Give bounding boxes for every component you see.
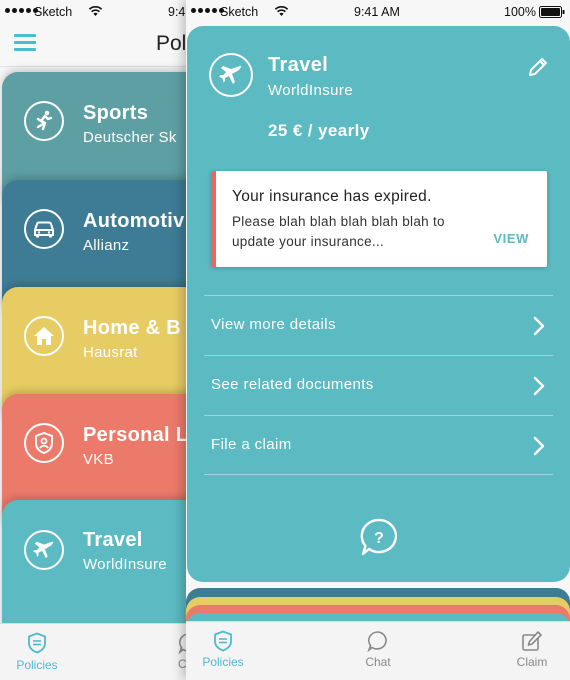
alert-title: Your insurance has expired. xyxy=(232,188,432,205)
tab-bar: Policies C xyxy=(0,623,190,680)
edit-pencil-icon[interactable] xyxy=(527,56,549,78)
alert-accent-bar xyxy=(211,171,216,267)
status-time: 9:41 AM xyxy=(354,5,400,19)
related-documents-row[interactable]: See related documents xyxy=(204,355,553,416)
policy-card-provider: VKB xyxy=(83,451,114,468)
svg-text:?: ? xyxy=(374,530,384,547)
help-question-icon[interactable]: ? xyxy=(358,517,400,559)
hamburger-menu-icon[interactable] xyxy=(14,34,36,51)
tab-label: Chat xyxy=(365,655,391,669)
house-icon xyxy=(24,316,64,356)
policy-card-provider: Allianz xyxy=(83,237,130,254)
row-label: File a claim xyxy=(211,436,292,453)
tab-chat[interactable]: Chat xyxy=(358,630,398,669)
wifi-icon xyxy=(88,6,103,16)
policy-card-title: Home & B xyxy=(83,317,181,339)
detail-screen: Sketch 9:41 AM 100% Travel WorldInsure 2… xyxy=(186,0,570,680)
claim-edit-icon xyxy=(522,631,542,651)
tab-policies[interactable]: Policies xyxy=(200,630,246,669)
policy-card-provider: WorldInsure xyxy=(83,556,167,573)
shield-icon xyxy=(28,632,46,654)
policy-title: Travel xyxy=(268,54,329,76)
policy-card-title: Automotiv xyxy=(83,210,185,232)
background-screen: Sketch 9:4 Polic Sports Deutscher Sk xyxy=(0,0,190,680)
chat-bubble-icon xyxy=(367,631,387,652)
tab-label: Policies xyxy=(202,655,244,669)
row-label: View more details xyxy=(211,316,336,333)
policy-card-title: Personal L xyxy=(83,424,189,446)
policy-provider: WorldInsure xyxy=(268,82,353,99)
alert-message: Please blah blah blah blah blah to updat… xyxy=(232,214,445,249)
wifi-icon xyxy=(274,6,289,16)
airplane-icon xyxy=(24,530,64,570)
tab-label: Policies xyxy=(16,658,58,672)
policy-price: 25 € / yearly xyxy=(268,121,370,140)
tab-claim[interactable]: Claim xyxy=(512,630,552,669)
car-icon xyxy=(24,209,64,249)
status-bar: Sketch 9:4 xyxy=(0,0,190,24)
carrier-label: Sketch xyxy=(220,5,259,19)
tab-bar: Policies Chat Claim xyxy=(186,621,570,680)
file-claim-row[interactable]: File a claim xyxy=(204,415,553,476)
page-title: Polic xyxy=(156,32,190,55)
nav-bar: Polic xyxy=(0,24,190,67)
policy-card-provider: Deutscher Sk xyxy=(83,129,177,146)
carrier-label: Sketch xyxy=(34,5,73,19)
chevron-right-icon xyxy=(533,436,545,456)
policy-card-provider: Hausrat xyxy=(83,344,138,361)
policy-card-title: Travel xyxy=(83,529,143,551)
chevron-right-icon xyxy=(533,376,545,396)
chevron-right-icon xyxy=(533,316,545,336)
divider xyxy=(204,474,553,475)
row-label: See related documents xyxy=(211,376,374,393)
person-shield-icon xyxy=(24,423,64,463)
view-details-row[interactable]: View more details xyxy=(204,295,553,356)
runner-icon xyxy=(24,101,64,141)
tab-policies[interactable]: Policies xyxy=(14,632,60,672)
view-button[interactable]: VIEW xyxy=(493,231,529,246)
shield-icon xyxy=(214,630,232,652)
status-time: 9:4 xyxy=(168,5,186,19)
expired-alert: Your insurance has expired. Please blah … xyxy=(211,171,547,267)
status-bar: Sketch 9:41 AM 100% xyxy=(186,0,570,24)
battery-percent: 100% xyxy=(504,5,536,19)
policy-detail-card: Travel WorldInsure 25 € / yearly Your in… xyxy=(187,26,570,582)
battery-icon xyxy=(539,6,565,18)
tab-label: Claim xyxy=(516,655,548,669)
airplane-icon xyxy=(209,53,253,97)
policy-card-title: Sports xyxy=(83,102,149,124)
